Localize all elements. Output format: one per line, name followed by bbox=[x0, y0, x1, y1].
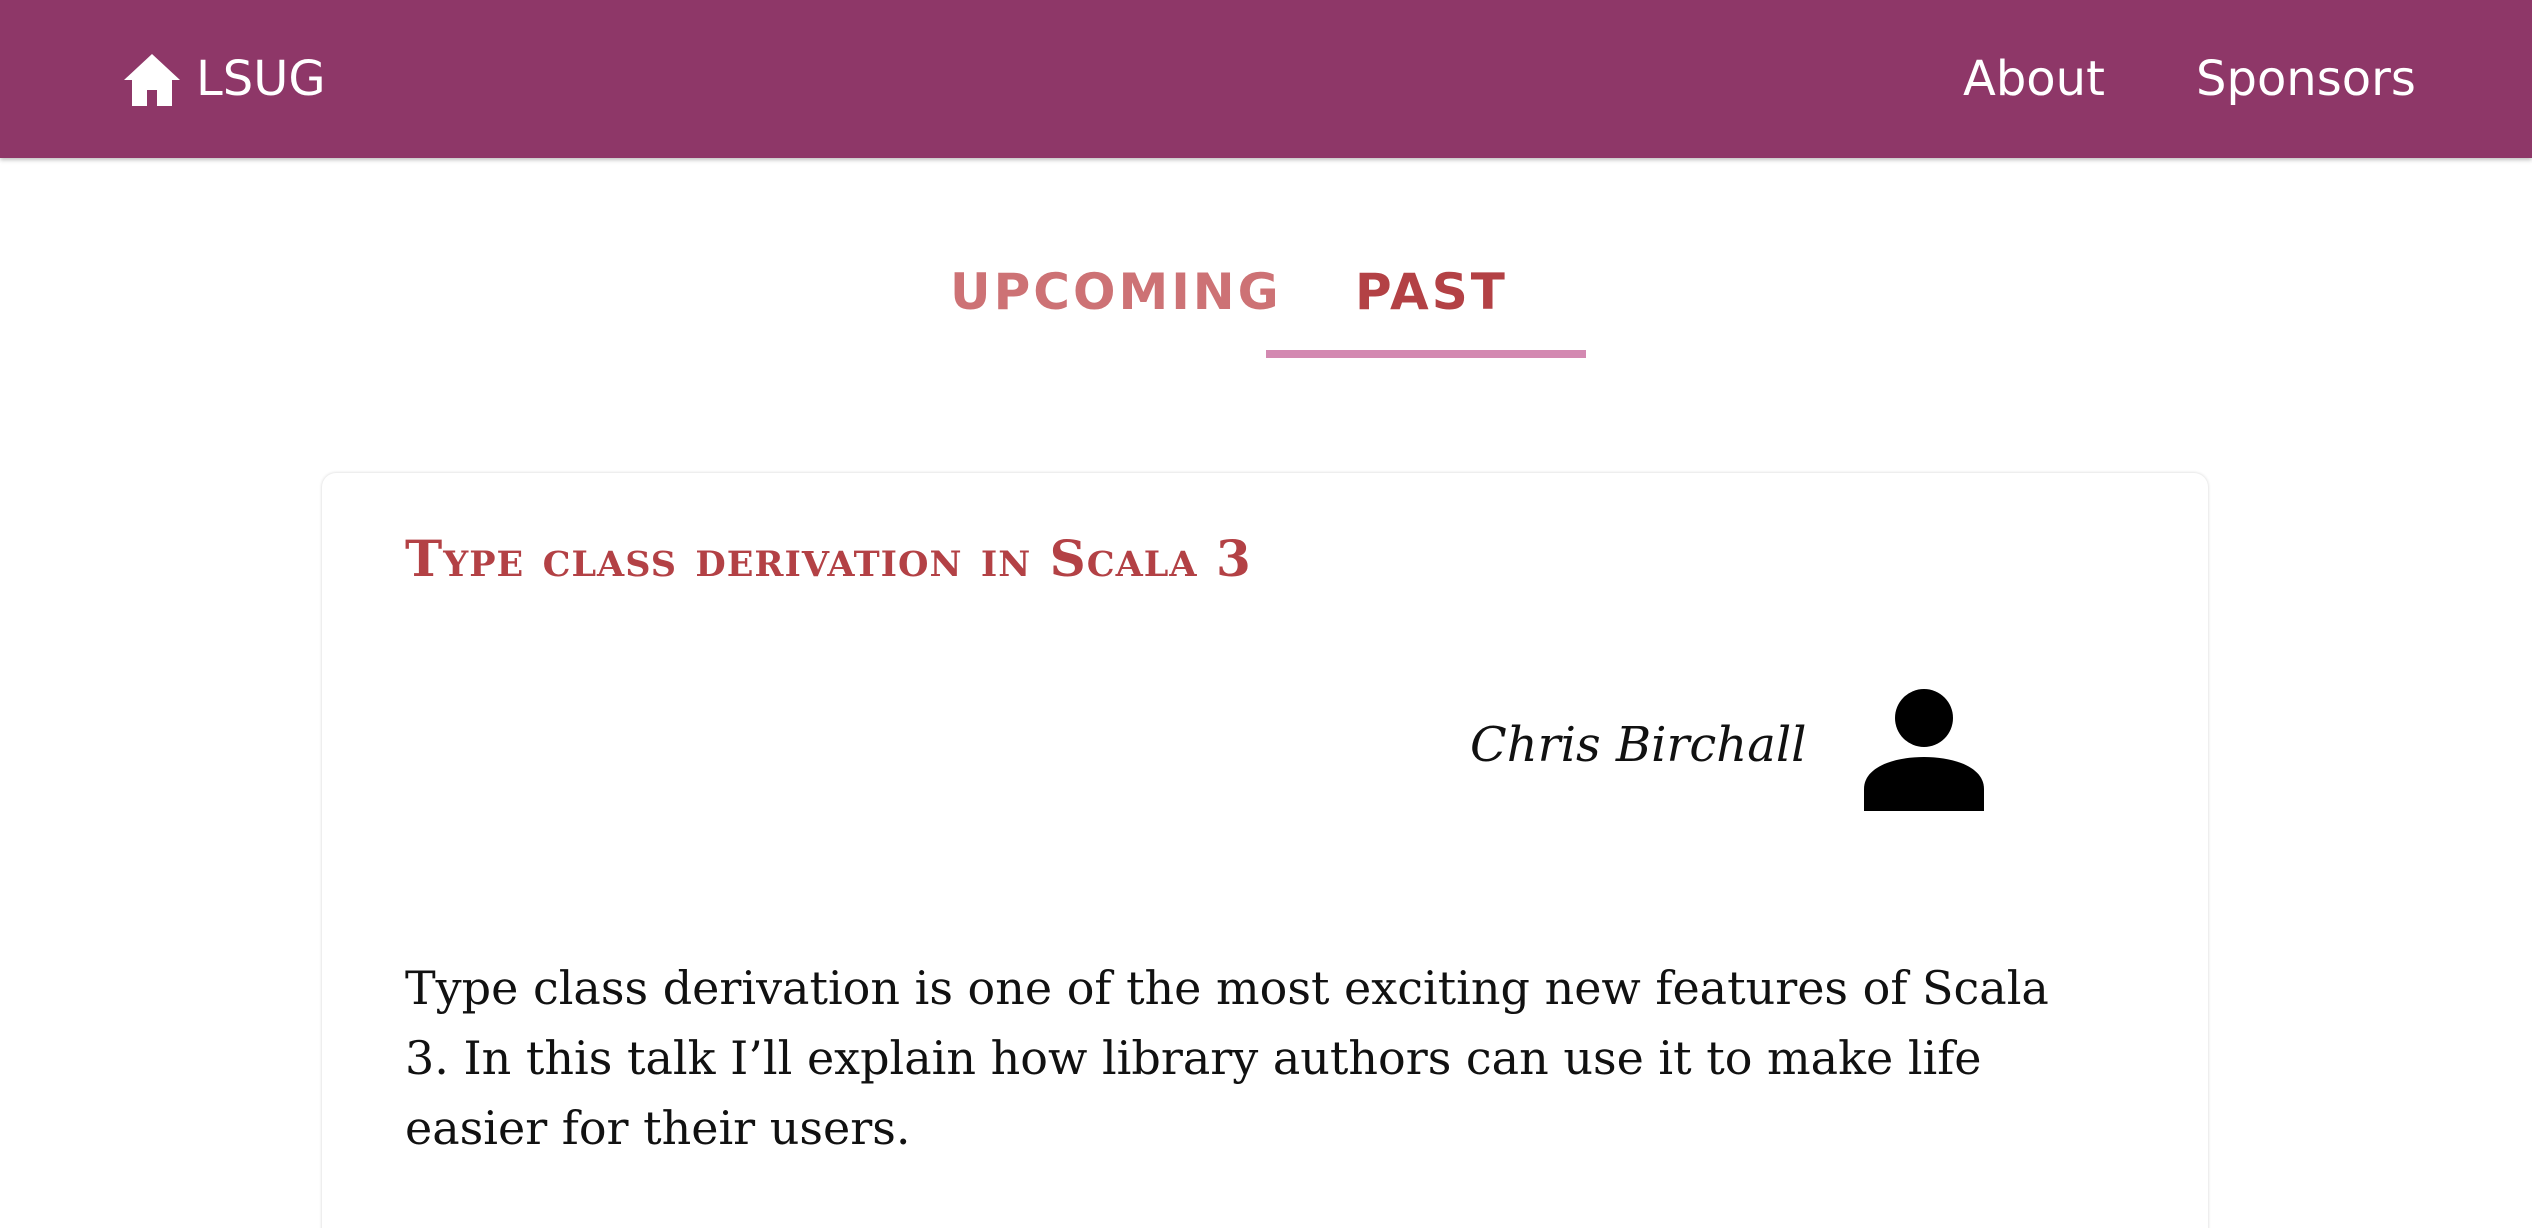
nav-about-link[interactable]: About bbox=[1963, 50, 2105, 108]
home-link[interactable]: LSUG bbox=[120, 50, 326, 108]
talk-title: Type class derivation in Scala 3 bbox=[405, 529, 1252, 588]
tab-upcoming[interactable]: UPCOMING bbox=[950, 260, 1282, 324]
person-icon bbox=[1864, 689, 1984, 811]
tab-past[interactable]: PAST bbox=[1355, 260, 1508, 324]
home-icon bbox=[124, 54, 180, 106]
active-tab-indicator bbox=[1266, 350, 1586, 358]
top-nav-bar: LSUG About Sponsors bbox=[0, 0, 2532, 158]
brand-label: LSUG bbox=[196, 51, 326, 107]
event-tabs: UPCOMING PAST bbox=[0, 250, 2532, 362]
event-card: Type class derivation in Scala 3 Chris B… bbox=[322, 473, 2208, 1228]
talk-abstract: Type class derivation is one of the most… bbox=[405, 961, 2049, 1155]
nav-sponsors-link[interactable]: Sponsors bbox=[2196, 50, 2416, 108]
speaker-name: Chris Birchall bbox=[1470, 717, 1807, 773]
